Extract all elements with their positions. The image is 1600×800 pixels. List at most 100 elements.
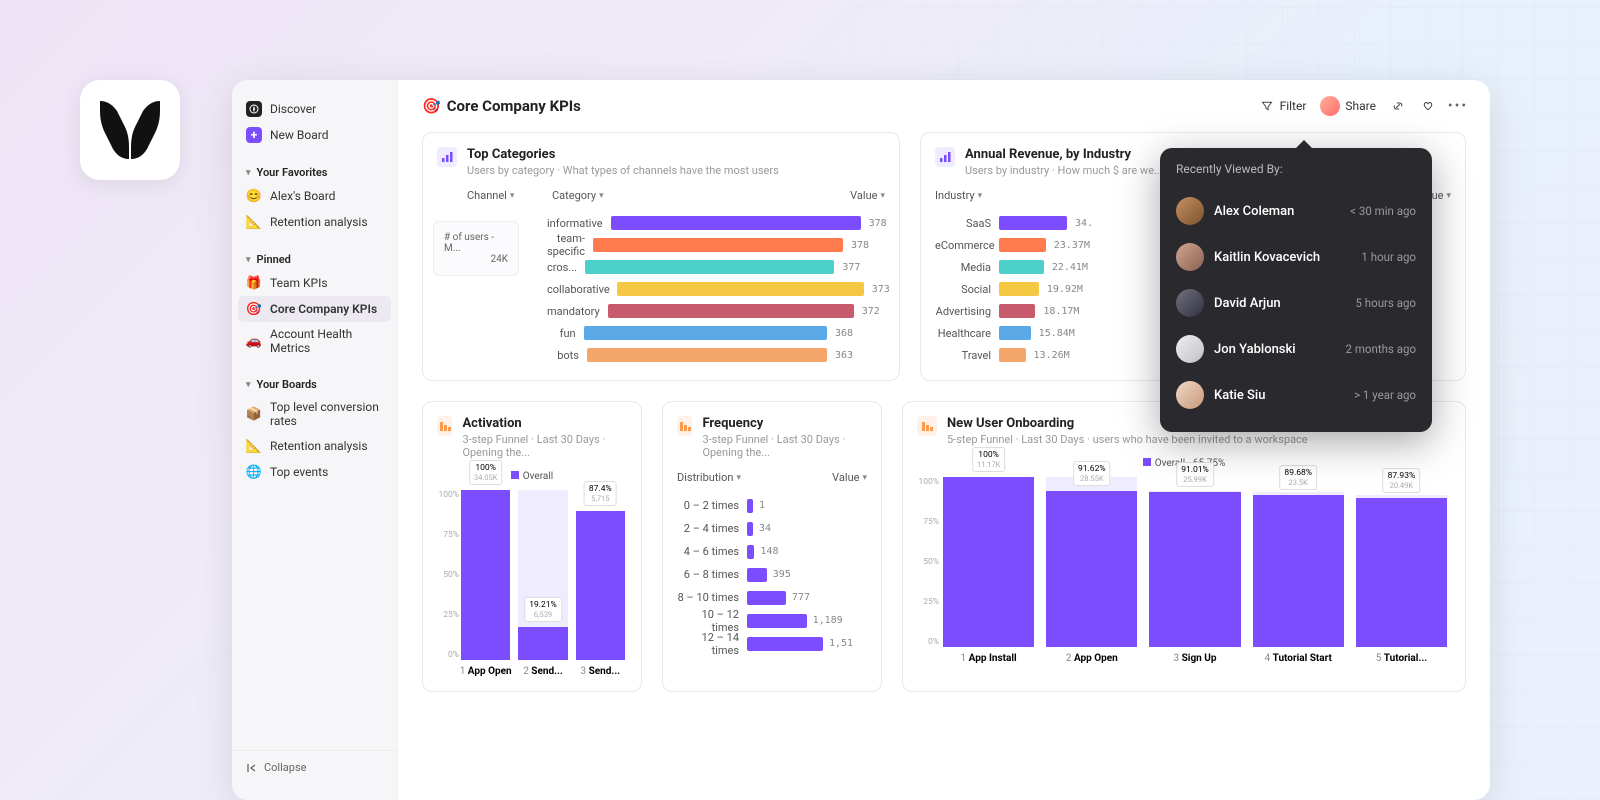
funnel-xlabel: 1 App Open [459, 666, 512, 677]
bar-value: 19.92M [1047, 284, 1097, 295]
funnel-bar: 100%11.17K [943, 477, 1034, 647]
sidebar: Discover + New Board ▾Your Favorites 😊 Al… [232, 80, 398, 800]
sidebar-item[interactable]: 📐Retention analysis [232, 433, 397, 459]
freq-value: 1,189 [807, 615, 843, 626]
more-icon[interactable]: ••• [1450, 98, 1466, 114]
viewer-time: > 1 year ago [1354, 388, 1416, 402]
sidebar-item[interactable]: 😊 Alex's Board [232, 183, 397, 209]
col-distribution[interactable]: Distribution ▾ [677, 471, 741, 484]
bar-label: fun [547, 327, 584, 340]
sidebar-item[interactable]: 🎁Team KPIs [232, 270, 397, 296]
emoji-icon: 📐 [246, 214, 262, 230]
heart-icon[interactable] [1420, 98, 1436, 114]
page-header: 🎯 Core Company KPIs Filter Share ••• [422, 96, 1466, 116]
bar-value: 378 [851, 240, 901, 251]
pinned-section[interactable]: ▾Pinned [232, 245, 397, 270]
sidebar-new-board[interactable]: + New Board [232, 122, 397, 148]
viewer-row[interactable]: David Arjun 5 hours ago [1176, 280, 1416, 326]
freq-bar [747, 545, 754, 559]
bar [585, 260, 834, 274]
funnel-bar: 91.01%25.99K [1149, 492, 1240, 647]
bar-label: cros... [547, 261, 585, 274]
emoji-icon: 🌐 [246, 464, 262, 480]
funnel-xlabel: 4 Tutorial Start [1249, 653, 1348, 664]
emoji-icon: 🎯 [246, 301, 262, 317]
bar-value: 372 [862, 306, 912, 317]
funnel-badge: 91.01%25.99K [1176, 462, 1214, 487]
bar-value: 22.41M [1052, 262, 1102, 273]
viewer-time: 1 hour ago [1361, 250, 1416, 264]
card-subtitle: Users by category · What types of channe… [467, 164, 779, 177]
filter-icon [1259, 98, 1275, 114]
title-emoji: 🎯 [422, 97, 441, 115]
viewer-row[interactable]: Katie Siu> 1 year ago [1176, 372, 1416, 418]
app-frame: Discover + New Board ▾Your Favorites 😊 Al… [232, 80, 1490, 800]
bar [999, 326, 1031, 340]
card-title: Top Categories [467, 147, 779, 162]
link-icon[interactable] [1390, 98, 1406, 114]
logo-card [80, 80, 180, 180]
bar [999, 238, 1046, 252]
avatar [1320, 96, 1340, 116]
sidebar-item[interactable]: 🎯Core Company KPIs [238, 296, 391, 322]
bar-label: bots [547, 349, 587, 362]
bar [999, 216, 1067, 230]
freq-value: 1,51 [823, 638, 853, 649]
freq-label: 12 – 14 times [677, 631, 747, 657]
sidebar-item[interactable]: 📐Retention analysis [232, 209, 397, 235]
share-button[interactable]: Share [1320, 96, 1376, 116]
viewer-name: Alex Coleman [1214, 204, 1294, 219]
sidebar-item-label: Team KPIs [270, 276, 328, 290]
viewer-time: 5 hours ago [1355, 296, 1416, 310]
sidebar-discover[interactable]: Discover [232, 96, 397, 122]
collapse-button[interactable]: Collapse [232, 750, 397, 784]
viewer-row[interactable]: Kaitlin Kovacevich 1 hour ago [1176, 234, 1416, 280]
recently-viewed-popover: Recently Viewed By: Alex Coleman< 30 min… [1160, 148, 1432, 432]
freq-value: 34 [753, 523, 771, 534]
bar [608, 304, 854, 318]
bar-value: 13.26M [1034, 350, 1084, 361]
favorites-section[interactable]: ▾Your Favorites [232, 158, 397, 183]
logo-icon [95, 99, 165, 161]
bar-value: 363 [835, 350, 885, 361]
plus-icon: + [246, 127, 262, 143]
popover-title: Recently Viewed By: [1176, 162, 1416, 176]
boards-section[interactable]: ▾Your Boards [232, 370, 397, 395]
funnel-badge: 89.68%23.5K [1279, 465, 1317, 490]
funnel-bar: 91.62%28.55K [1046, 491, 1137, 647]
chevron-down-icon: ▾ [246, 255, 251, 265]
viewer-name: Kaitlin Kovacevich [1214, 250, 1320, 265]
new-board-label: New Board [270, 128, 329, 142]
col-value[interactable]: Value ▾ [850, 189, 885, 202]
viewer-row[interactable]: Jon Yablonski2 months ago [1176, 326, 1416, 372]
viewer-time: 2 months ago [1346, 342, 1416, 356]
funnel-icon [437, 416, 452, 436]
card-title: Annual Revenue, by Industry [965, 147, 1163, 162]
sidebar-item-label: Alex's Board [270, 189, 335, 203]
col-industry[interactable]: Industry ▾ [935, 189, 1005, 202]
funnel-icon [917, 416, 937, 436]
funnel-xlabel: 2 App Open [1042, 653, 1141, 664]
col-value[interactable]: Value ▾ [832, 471, 867, 484]
funnel-badge: 19.21%6,539 [524, 597, 562, 622]
freq-bar [747, 591, 786, 605]
bar [593, 238, 843, 252]
sidebar-item[interactable]: 🌐Top events [232, 459, 397, 485]
bar-label: mandatory [547, 305, 608, 318]
sidebar-item[interactable]: 🚗Account Health Metrics [232, 322, 397, 360]
viewer-row[interactable]: Alex Coleman< 30 min ago [1176, 188, 1416, 234]
frequency-card: Frequency 3-step Funnel · Last 30 Days ·… [662, 401, 882, 692]
viewer-name: David Arjun [1214, 296, 1281, 311]
bar-value: 378 [869, 218, 919, 229]
top-categories-card: Top Categories Users by category · What … [422, 132, 900, 381]
bar [999, 260, 1044, 274]
collapse-icon [246, 762, 258, 774]
main-content: 🎯 Core Company KPIs Filter Share ••• [398, 80, 1490, 800]
col-category[interactable]: Category ▾ [552, 189, 652, 202]
emoji-icon: 📦 [246, 406, 262, 422]
filter-button[interactable]: Filter [1259, 98, 1307, 114]
col-channel[interactable]: Channel ▾ [467, 189, 552, 202]
sidebar-item[interactable]: 📦Top level conversion rates [232, 395, 397, 433]
chevron-down-icon: ▾ [246, 380, 251, 390]
emoji-icon: 😊 [246, 188, 262, 204]
